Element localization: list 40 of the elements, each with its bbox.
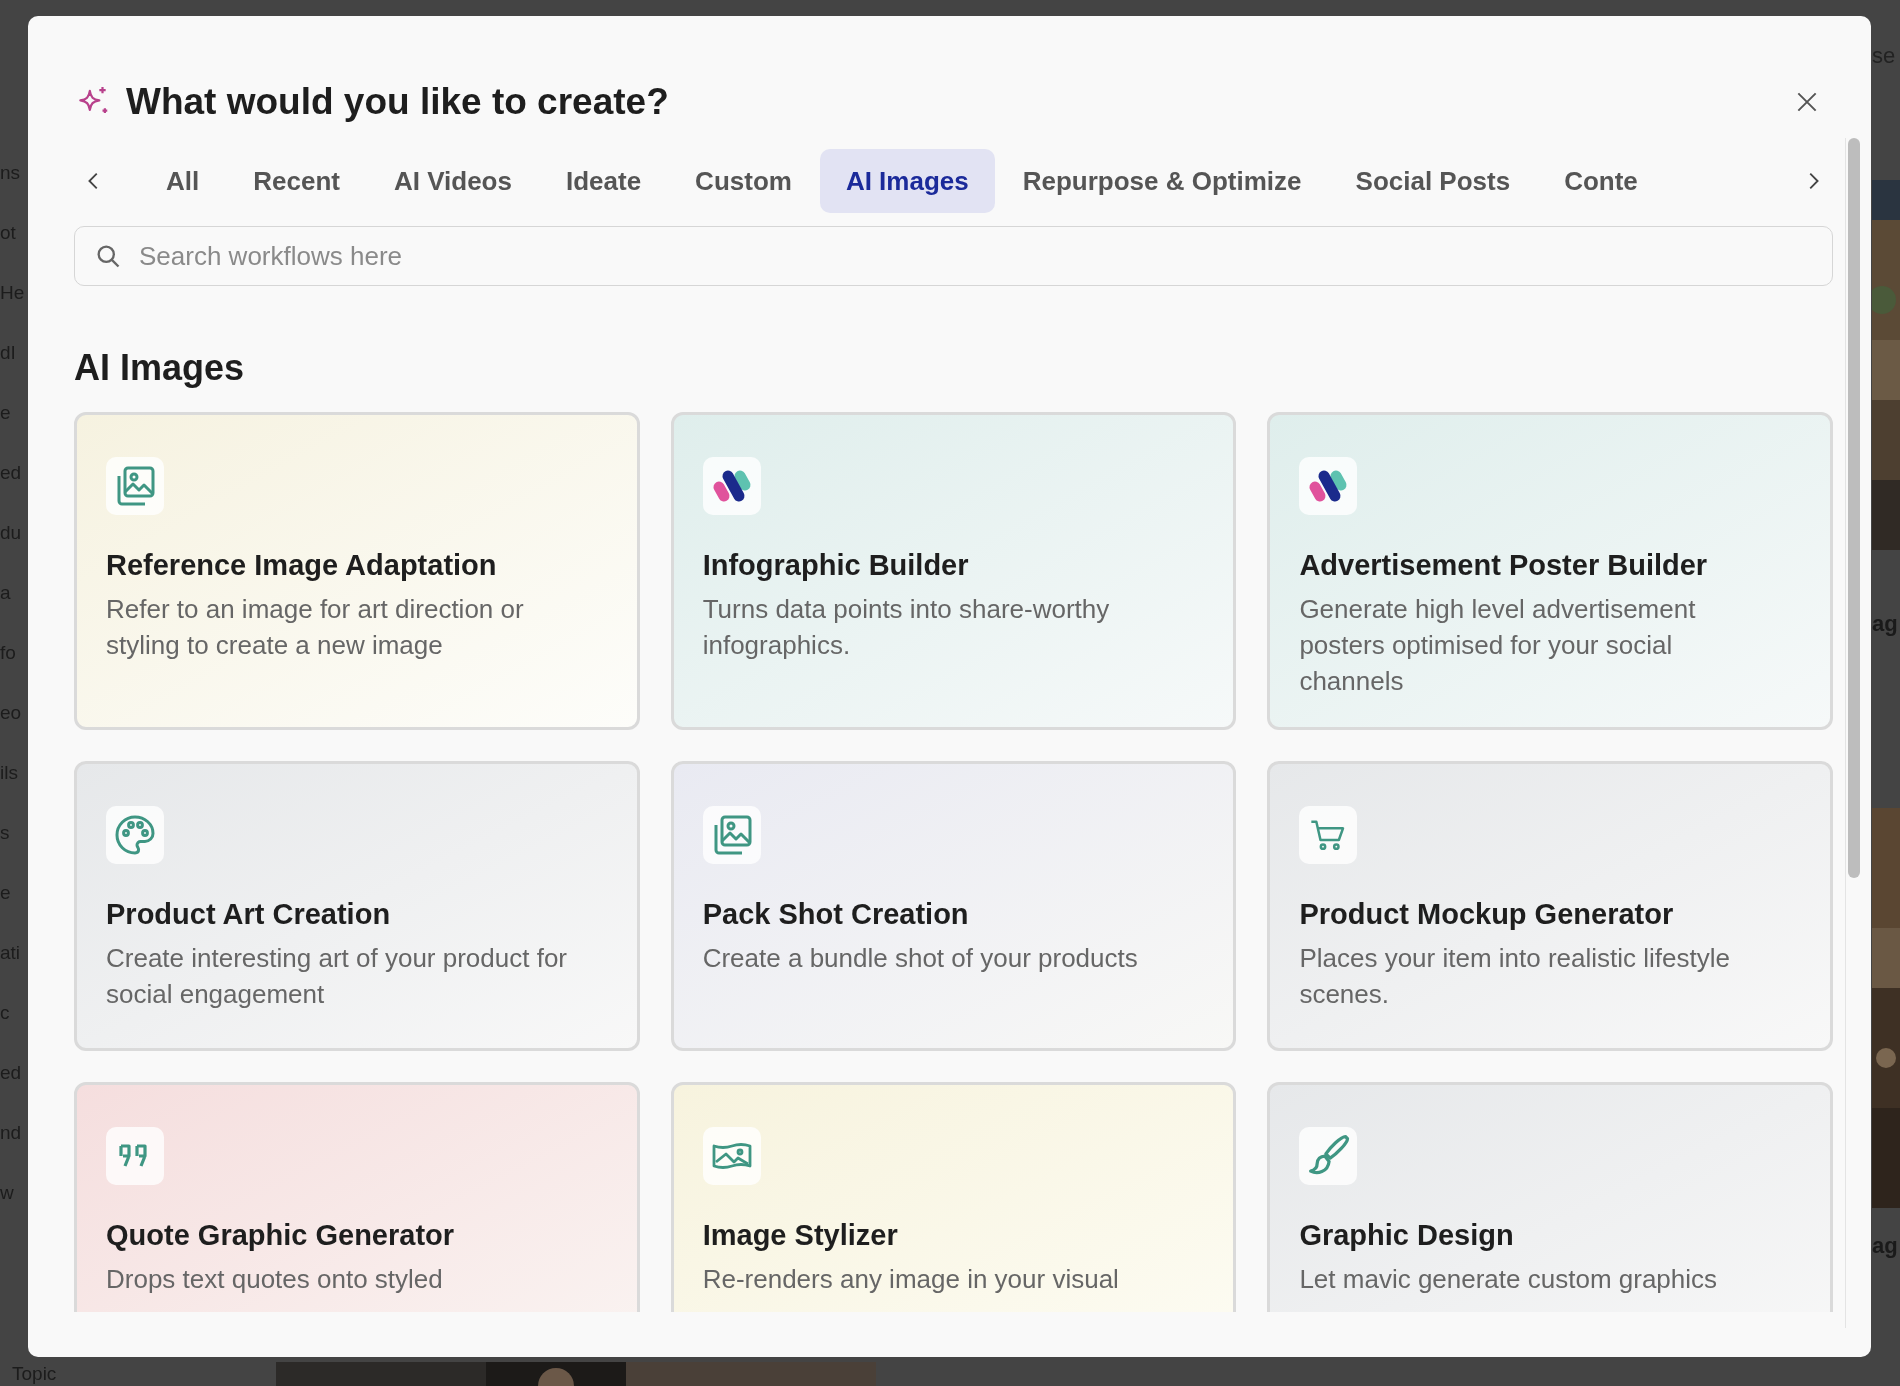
search-field[interactable]: Search workflows here [74, 226, 1834, 286]
card-title: Advertisement Poster Builder [1299, 548, 1709, 583]
workflow-card[interactable]: Advertisement Poster Builder Generate high level advertisement posters optimised for your social channels [1267, 412, 1834, 730]
workflow-card[interactable]: Quote Graphic Generator Drops text quotes onto styled [74, 1082, 640, 1312]
card-title: Image Stylizer [702, 1218, 899, 1253]
workflow-card[interactable]: Image Stylizer Re-renders any image in your visual [670, 1082, 1237, 1312]
card-description: Turns data points into share-worthy infographics. [702, 593, 1111, 662]
tab[interactable]: Ideate [539, 149, 668, 213]
card-description: Places your item into realistic lifestyle scenes. [1299, 942, 1731, 1011]
workflow-card[interactable]: Pack Shot Creation Create a bundle shot of your products [670, 761, 1237, 1051]
tab[interactable]: AI Videos [367, 149, 538, 213]
section-title: AI Images [74, 346, 246, 390]
workflow-card[interactable]: Product Mockup Generator Places your item into realistic lifestyle scenes. [1267, 761, 1834, 1051]
workflow-card[interactable]: Infographic Builder Turns data points into share-worthy infographics. [670, 412, 1237, 730]
card-title: Reference Image Adaptation [106, 548, 498, 583]
tab[interactable]: Conte [1538, 149, 1664, 213]
card-description: Create a bundle shot of your products [702, 942, 1139, 975]
card-title: Pack Shot Creation [702, 897, 970, 932]
workflow-card[interactable]: Graphic Design Let mavic generate custom graphics [1267, 1082, 1834, 1312]
card-title: Graphic Design [1299, 1218, 1515, 1253]
tab[interactable]: Custom [669, 149, 818, 213]
tab[interactable]: Social Posts [1329, 149, 1537, 213]
card-title: Product Art Creation [106, 897, 392, 932]
card-title: Quote Graphic Generator [106, 1218, 456, 1253]
tab[interactable]: All [140, 149, 226, 213]
card-title: Infographic Builder [702, 548, 970, 583]
tab[interactable]: Repurpose & Optimize [996, 149, 1328, 213]
dialog-title: What would you like to create? [126, 80, 669, 125]
card-description: Re-renders any image in your visual [702, 1263, 1120, 1296]
card-title: Product Mockup Generator [1299, 897, 1675, 932]
card-description: Create interesting art of your product for social engagement [106, 942, 568, 1011]
card-description: Drops text quotes onto styled [106, 1263, 444, 1296]
tab[interactable]: AI Images [819, 149, 995, 213]
scrollbar-thumb[interactable] [1848, 138, 1861, 878]
card-description: Generate high level advertisement posters optimised for your social channels [1299, 593, 1697, 698]
card-description: Let mavic generate custom graphics [1299, 1263, 1719, 1296]
workflow-card[interactable]: Product Art Creation Create interesting art of your product for social engagement [74, 761, 640, 1051]
workflow-card[interactable]: Reference Image Adaptation Refer to an image for art direction or styling to create a new image [74, 412, 640, 730]
card-description: Refer to an image for art direction or styling to create a new image [106, 593, 525, 662]
tab[interactable]: Recent [227, 149, 366, 213]
